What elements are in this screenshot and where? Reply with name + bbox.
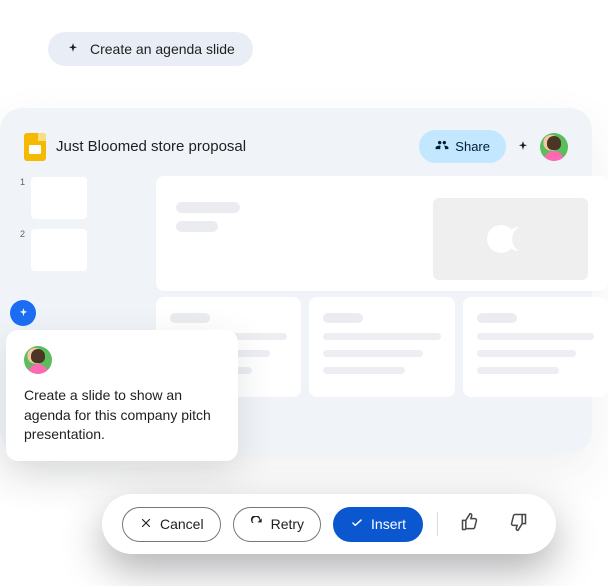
content-card [463, 297, 608, 397]
title-placeholder [176, 202, 240, 269]
retry-label: Retry [271, 516, 304, 532]
check-icon [350, 516, 364, 533]
thumbs-down-icon [508, 512, 528, 537]
refresh-icon [250, 516, 264, 533]
image-placeholder [433, 198, 588, 280]
people-icon [435, 138, 449, 155]
thumbs-up-icon [460, 512, 480, 537]
thumbs-down-button[interactable] [500, 506, 536, 542]
thumbs-up-button[interactable] [452, 506, 488, 542]
prompt-text: Create a slide to show an agenda for thi… [24, 386, 220, 445]
suggestion-label: Create an agenda slide [90, 41, 235, 57]
share-label: Share [455, 139, 490, 154]
slide-thumbnail[interactable] [31, 229, 87, 271]
slides-logo-icon [24, 133, 46, 161]
thumbnail-rail: 1 2 [20, 177, 90, 271]
thumbnail-number: 2 [20, 229, 25, 239]
cancel-label: Cancel [160, 516, 204, 532]
document-title[interactable]: Just Bloomed store proposal [56, 138, 409, 155]
insert-label: Insert [371, 516, 406, 532]
insert-button[interactable]: Insert [333, 507, 423, 542]
content-card [309, 297, 454, 397]
app-header: Just Bloomed store proposal Share [20, 126, 572, 177]
share-button[interactable]: Share [419, 130, 506, 163]
suggestion-chip[interactable]: Create an agenda slide [48, 32, 253, 66]
retry-button[interactable]: Retry [233, 507, 321, 542]
user-avatar [24, 346, 52, 374]
close-icon [139, 516, 153, 533]
slide-thumbnail[interactable] [31, 177, 87, 219]
generated-slide[interactable] [156, 176, 608, 291]
ai-badge-icon[interactable] [10, 300, 36, 326]
action-bar: Cancel Retry Insert [102, 494, 556, 554]
ai-sparkle-icon[interactable] [516, 140, 530, 154]
thumbnail-number: 1 [20, 177, 25, 187]
prompt-panel: Create a slide to show an agenda for thi… [6, 330, 238, 461]
divider [437, 512, 438, 536]
cancel-button[interactable]: Cancel [122, 507, 221, 542]
user-avatar[interactable] [540, 133, 568, 161]
sparkle-icon [66, 42, 80, 56]
